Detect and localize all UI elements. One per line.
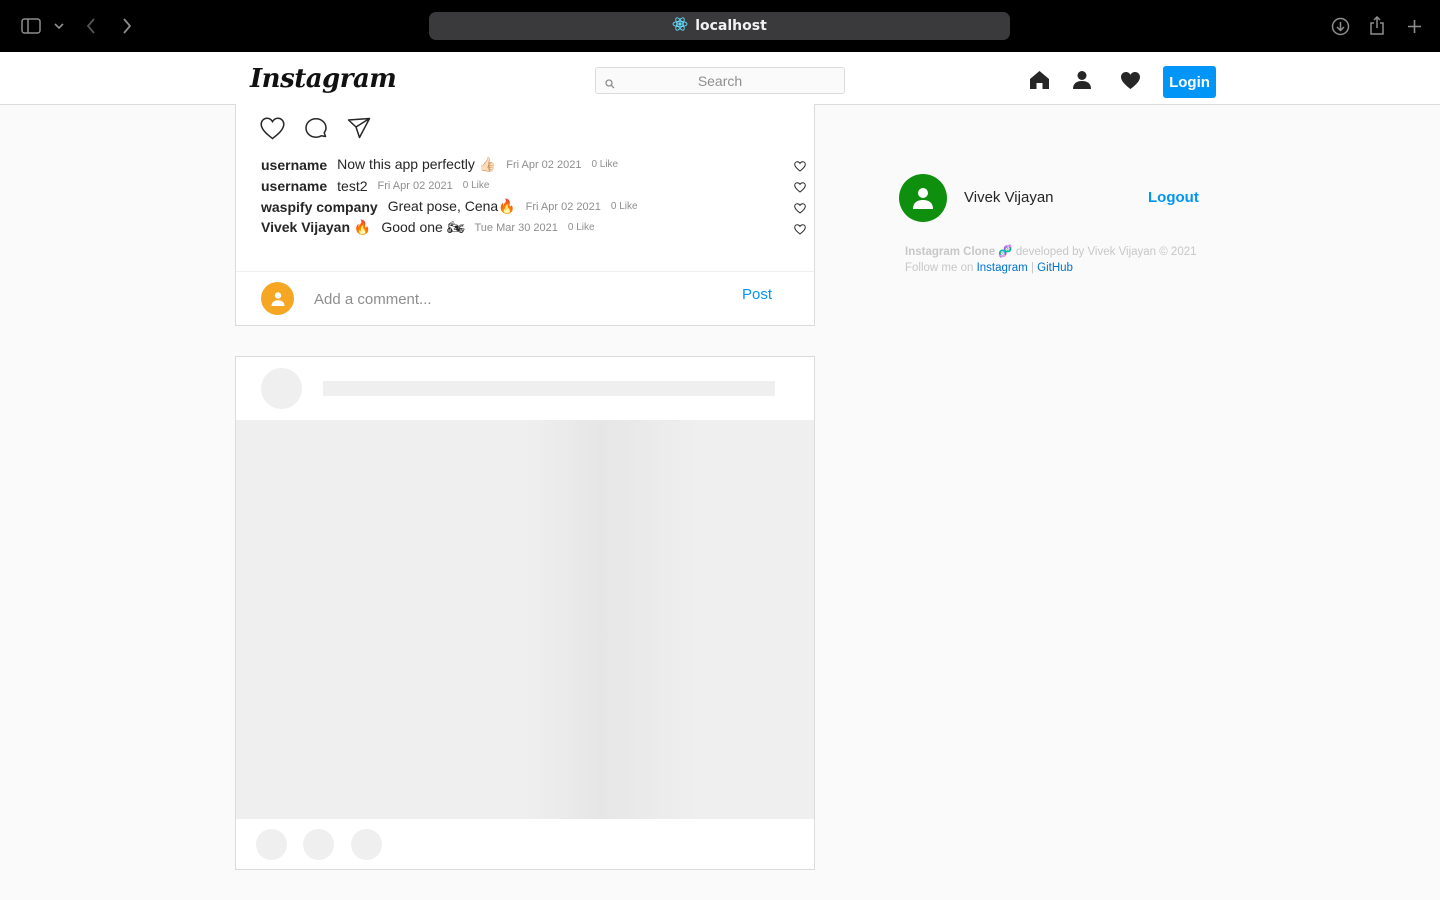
developer-credit: developed by Vivek Vijayan © 2021 (1015, 246, 1197, 258)
search-box[interactable] (595, 67, 845, 94)
comment-date: Tue Mar 30 2021 (474, 221, 558, 234)
follow-prefix: Follow me on (905, 262, 974, 274)
back-icon[interactable] (83, 14, 99, 38)
comment-username[interactable]: username (261, 178, 327, 194)
comment-heart-icon[interactable] (794, 222, 806, 238)
comment-row: username Now this app perfectly 👍🏻 Fri A… (261, 154, 806, 175)
comments-list: username Now this app perfectly 👍🏻 Fri A… (261, 154, 806, 238)
footer-follow-line: Follow me on Instagram | GitHub (905, 260, 1197, 276)
comment-icon[interactable] (304, 117, 328, 145)
user-icon (913, 188, 933, 209)
skeleton-action-dot (351, 829, 382, 860)
comment-row: waspify company Great pose, Cena🔥 Fri Ap… (261, 196, 806, 217)
download-icon[interactable] (1330, 14, 1350, 38)
dna-icon: 🧬 (998, 246, 1013, 258)
comment-text: Now this app perfectly 👍🏻 (337, 156, 497, 172)
footer-credit-line: Instagram Clone 🧬 developed by Vivek Vij… (905, 244, 1197, 260)
share-post-icon[interactable] (347, 117, 371, 145)
post-comment-button[interactable]: Post (742, 286, 772, 303)
login-button[interactable]: Login (1163, 66, 1216, 98)
forward-icon[interactable] (119, 14, 135, 38)
instagram-link[interactable]: Instagram (977, 262, 1028, 274)
heart-icon[interactable] (1119, 69, 1141, 91)
comment-date: Fri Apr 02 2021 (525, 200, 601, 213)
search-input[interactable] (596, 68, 844, 93)
url-text: localhost (695, 18, 767, 34)
comment-date: Fri Apr 02 2021 (377, 179, 453, 192)
sidebar-toggle-icon[interactable] (20, 14, 42, 38)
comment-text: Good one 🏍 (381, 219, 465, 235)
post-actions (260, 117, 371, 145)
app-header: Instagram Login (0, 52, 1440, 105)
profile-icon[interactable] (1071, 69, 1093, 91)
comment-row: username test2 Fri Apr 02 2021 0 Like (261, 175, 806, 196)
comment-heart-icon[interactable] (794, 180, 806, 196)
sidebar-footer: Instagram Clone 🧬 developed by Vivek Vij… (905, 244, 1197, 276)
comment-like-count: 0 Like (591, 159, 619, 170)
comment-text: test2 (337, 177, 368, 194)
skeleton-username-line (323, 381, 775, 396)
comment-like-count: 0 Like (462, 180, 490, 191)
logout-button[interactable]: Logout (1148, 189, 1199, 206)
react-icon (672, 16, 688, 36)
skeleton-image (236, 420, 814, 819)
share-icon[interactable] (1368, 14, 1386, 38)
comment-row: Vivek Vijayan 🔥 Good one 🏍 Tue Mar 30 20… (261, 217, 806, 238)
home-icon[interactable] (1028, 69, 1050, 91)
comment-text: Great pose, Cena🔥 (387, 198, 516, 214)
comment-heart-icon[interactable] (794, 201, 806, 217)
user-icon (271, 291, 284, 306)
skeleton-avatar (261, 368, 302, 409)
profile-avatar[interactable] (899, 174, 947, 222)
skeleton-action-dot (303, 829, 334, 860)
github-link[interactable]: GitHub (1037, 262, 1073, 274)
post-skeleton (235, 356, 815, 870)
skeleton-action-dot (256, 829, 287, 860)
comment-like-count: 0 Like (610, 201, 638, 212)
comment-username[interactable]: Vivek Vijayan 🔥 (261, 219, 371, 236)
app-name: Instagram Clone (905, 246, 996, 258)
comment-like-count: 0 Like (567, 222, 595, 233)
comment-heart-icon[interactable] (794, 159, 806, 175)
comment-input[interactable] (314, 286, 714, 312)
new-tab-icon[interactable] (1405, 14, 1423, 38)
instagram-logo[interactable]: Instagram (250, 64, 397, 94)
post-card: username Now this app perfectly 👍🏻 Fri A… (235, 104, 815, 326)
like-icon[interactable] (260, 117, 285, 145)
link-separator: | (1030, 262, 1034, 274)
comment-date: Fri Apr 02 2021 (506, 158, 582, 171)
avatar (261, 282, 294, 315)
comment-username[interactable]: username (261, 157, 327, 173)
address-bar[interactable]: localhost (429, 12, 1010, 40)
add-comment-bar: Post (236, 271, 814, 326)
browser-toolbar: localhost (0, 0, 1440, 52)
comment-username[interactable]: waspify company (261, 199, 378, 215)
chevron-down-icon[interactable] (52, 14, 66, 38)
profile-name[interactable]: Vivek Vijayan (964, 189, 1054, 206)
